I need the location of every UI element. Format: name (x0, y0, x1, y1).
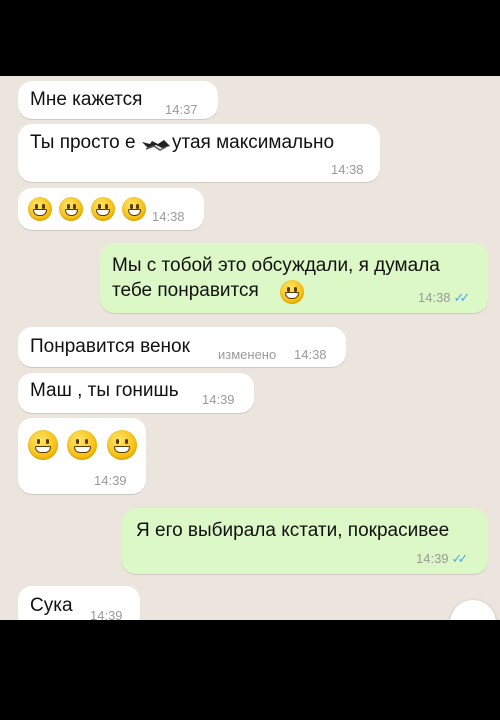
message-bubble-incoming[interactable]: Мне кажется 14:37 (18, 81, 218, 119)
grinning-face-icon (90, 197, 115, 221)
message-time: 14:38 (331, 162, 364, 177)
grinning-face-icon (122, 197, 147, 221)
message-text: Ты просто е (30, 132, 136, 153)
message-time: 14:38 ✓✓ (418, 290, 471, 305)
message-time: 14:38 (294, 347, 327, 362)
censor-scribble (140, 138, 172, 152)
message-bubble-incoming[interactable]: Понравится венок изменено 14:38 (18, 327, 346, 367)
message-text: Маш , ты гонишь (30, 380, 179, 401)
grinning-face-icon (28, 430, 58, 460)
message-bubble-incoming-emoji[interactable]: 14:38 (18, 188, 204, 230)
message-bubble-incoming[interactable]: Маш , ты гонишь 14:39 (18, 373, 254, 413)
message-bubble-incoming-emoji[interactable]: 14:39 (18, 418, 146, 494)
chat-area[interactable]: Мне кажется 14:37 Ты просто е утая макси… (0, 76, 500, 620)
message-text: Мне кажется (30, 89, 143, 110)
message-time: 14:39 (202, 392, 235, 407)
message-bubble-outgoing[interactable]: Я его выбирала кстати, покрасивее 14:39 ✓… (122, 508, 488, 574)
message-time: 14:38 (152, 209, 185, 224)
grinning-face-icon (106, 430, 137, 460)
scroll-down-button[interactable] (450, 600, 496, 620)
message-time: 14:39 (90, 608, 123, 620)
message-edited-label: изменено (218, 347, 277, 362)
double-check-icon: ✓✓ (453, 290, 471, 305)
message-text: Я его выбирала кстати, покрасивее (136, 520, 450, 541)
message-bubble-outgoing[interactable]: Мы с тобой это обсуждали, я думала тебе … (100, 243, 488, 313)
message-text: Мы с тобой это обсуждали, я думала (112, 255, 440, 276)
grinning-face-icon (59, 197, 84, 221)
message-text: Понравится венок (30, 336, 190, 357)
message-text-continued: утая максимально (172, 132, 335, 153)
message-bubble-incoming[interactable]: Сука 14:39 (18, 586, 140, 620)
message-time: 14:37 (165, 102, 198, 117)
message-bubble-incoming[interactable]: Ты просто е утая максимально 14:38 (18, 124, 380, 182)
grinning-face-icon (280, 280, 304, 304)
grinning-face-icon (67, 430, 98, 460)
message-time: 14:39 ✓✓ (416, 551, 469, 566)
message-text-line2: тебе понравится (112, 280, 259, 301)
message-time: 14:39 (94, 473, 127, 488)
grinning-face-icon (28, 197, 52, 221)
double-check-icon: ✓✓ (451, 551, 469, 566)
message-text: Сука (30, 595, 73, 616)
